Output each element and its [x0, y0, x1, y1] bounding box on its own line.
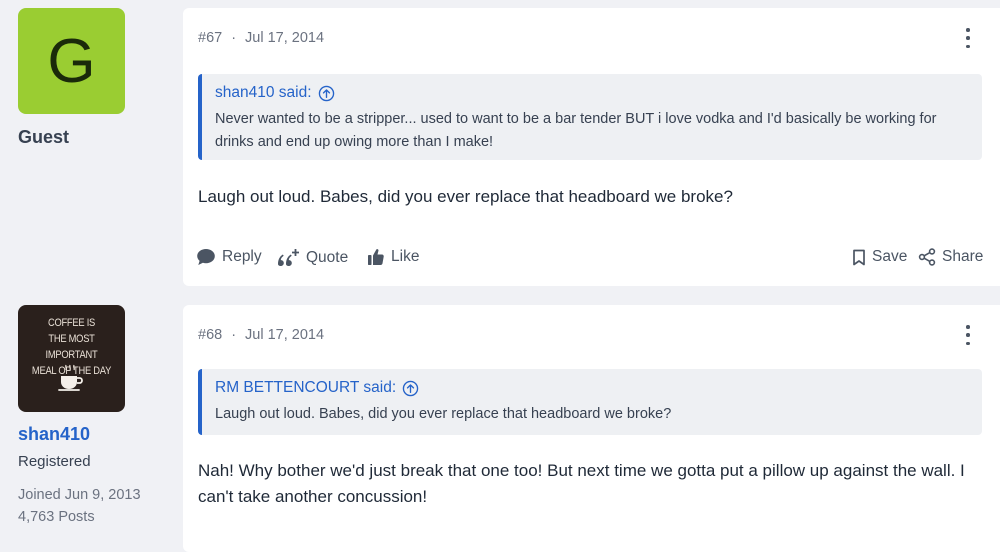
more-options-icon[interactable] [964, 325, 972, 345]
reply-label: Reply [222, 248, 262, 265]
arrow-up-circle-icon[interactable] [318, 85, 335, 102]
quote-block: RM BETTENCOURT said: Laugh out loud. Bab… [198, 369, 982, 435]
like-button[interactable]: Like [367, 248, 419, 266]
post-date[interactable]: Jul 17, 2014 [245, 30, 324, 46]
post-68: COFFEE IS THE MOST IMPORTANT MEAL OF THE D… [0, 305, 1000, 552]
post-actions: Reply Quote Like Save Share [196, 248, 986, 270]
share-label: Share [942, 248, 984, 265]
like-label: Like [391, 248, 420, 265]
post-body: Nah! Why bother we'd just break that one… [198, 461, 965, 506]
share-button[interactable]: Share [918, 248, 983, 266]
username-link[interactable]: shan410 [18, 424, 168, 445]
post-number[interactable]: #68 [198, 327, 222, 343]
user-title: Registered [18, 453, 91, 470]
quote-plus-icon [278, 249, 299, 266]
avatar[interactable]: COFFEE IS THE MOST IMPORTANT MEAL OF THE D… [18, 305, 125, 412]
post-date[interactable]: Jul 17, 2014 [245, 327, 324, 343]
bookmark-icon [853, 249, 865, 265]
coffee-cup-icon [58, 364, 83, 391]
quote-author-link[interactable]: shan410 said: [215, 84, 968, 102]
post-author: COFFEE IS THE MOST IMPORTANT MEAL OF THE D… [18, 305, 168, 528]
share-icon [918, 248, 936, 266]
arrow-up-circle-icon[interactable] [402, 380, 419, 397]
post-number[interactable]: #67 [198, 30, 222, 46]
quote-text: Laugh out loud. Babes, did you ever repl… [215, 406, 672, 422]
more-options-icon[interactable] [964, 28, 972, 48]
quote-button[interactable]: Quote [276, 248, 348, 268]
post-author: G Guest [18, 0, 168, 148]
avatar[interactable]: G [18, 8, 125, 114]
user-meta: Joined Jun 9, 2013 4,763 Posts [18, 484, 168, 528]
post-body: Laugh out loud. Babes, did you ever repl… [198, 187, 733, 206]
save-label: Save [872, 248, 908, 265]
quote-label: Quote [306, 249, 349, 266]
quote-author-link[interactable]: RM BETTENCOURT said: [215, 379, 968, 397]
post-card: #68 · Jul 17, 2014 RM BETTENCOURT said: La… [183, 305, 1000, 552]
quote-author: RM BETTENCOURT said: [215, 379, 397, 396]
post-count: 4,763 Posts [18, 509, 95, 525]
avatar-letter: G [47, 26, 96, 96]
quote-text: Never wanted to be a stripper... used to… [215, 111, 937, 150]
joined-date: Joined Jun 9, 2013 [18, 487, 141, 503]
post-meta: #68 · Jul 17, 2014 [198, 327, 324, 343]
separator-dot: · [231, 327, 237, 343]
quote-block: shan410 said: Never wanted to be a strip… [198, 74, 982, 160]
reply-icon [197, 249, 215, 265]
post-meta: #67 · Jul 17, 2014 [198, 30, 324, 46]
post-card: #67 · Jul 17, 2014 shan410 said: Never wan… [183, 8, 1000, 286]
username: Guest [18, 127, 70, 147]
save-button[interactable]: Save [852, 248, 907, 266]
thumbs-up-icon [368, 249, 384, 265]
post-67: G Guest #67 · Jul 17, 2014 shan410 said: N… [0, 0, 1000, 286]
reply-button[interactable]: Reply [196, 248, 262, 266]
separator-dot: · [231, 30, 237, 46]
quote-author: shan410 said: [215, 84, 312, 101]
